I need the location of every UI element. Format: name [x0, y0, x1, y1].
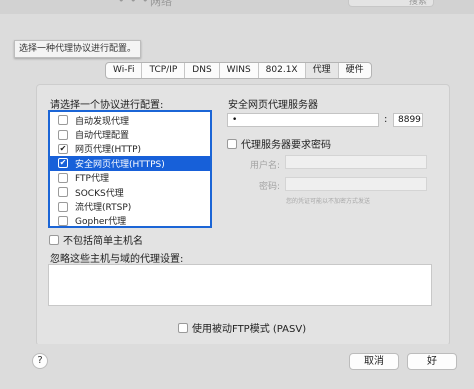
- protocol-item[interactable]: Gopher代理: [50, 214, 210, 228]
- checkbox-box[interactable]: [58, 201, 68, 212]
- checkbox-box[interactable]: [58, 187, 68, 198]
- protocol-item[interactable]: 自动代理配置: [50, 127, 210, 141]
- checkmark-icon[interactable]: ✔: [58, 158, 68, 169]
- server-address-input[interactable]: •: [227, 113, 379, 127]
- protocol-item-label: Gopher代理: [75, 217, 127, 228]
- protocol-item-label: FTP代理: [75, 174, 109, 185]
- search-placeholder: 搜索: [408, 0, 427, 7]
- bypass-label: 忽略这些主机与域的代理设置:: [50, 254, 184, 265]
- tab-dns[interactable]: DNS: [185, 63, 220, 78]
- window-titlebar: • • • • 网络 搜索: [0, 0, 474, 14]
- checkbox-box[interactable]: [58, 129, 68, 140]
- exclude-simple-hostnames-label: 不包括简单主机名: [63, 236, 143, 247]
- window-title: 网络: [150, 0, 172, 8]
- protocol-item[interactable]: FTP代理: [50, 171, 210, 185]
- server-port-input[interactable]: 8899: [393, 113, 423, 127]
- protocol-item-label: 安全网页代理(HTTPS): [75, 159, 165, 170]
- search-field[interactable]: 搜索: [348, 0, 434, 7]
- protocol-item-label: SOCKS代理: [75, 188, 124, 199]
- tab-bar: Wi-Fi TCP/IP DNS WINS 802.1X 代理 硬件: [105, 62, 372, 79]
- checkbox-box[interactable]: [58, 115, 68, 126]
- checkbox-box[interactable]: [58, 215, 68, 226]
- exclude-simple-hostnames-checkbox[interactable]: 不包括简单主机名: [49, 232, 143, 247]
- checkbox-box: [49, 234, 59, 245]
- ok-button[interactable]: 好: [407, 353, 457, 370]
- protocol-list: 自动发现代理 自动代理配置 ✔ 网页代理(HTTP) ✔ 安全网页代理(HTTPS) FTP…: [48, 110, 212, 228]
- protocol-item-label: 自动代理配置: [75, 131, 130, 142]
- cancel-button[interactable]: 取消: [349, 353, 399, 370]
- password-input[interactable]: [285, 177, 427, 191]
- tooltip: 选择一种代理协议进行配置。: [14, 40, 142, 58]
- requires-password-label: 代理服务器要求密码: [241, 140, 331, 151]
- credentials-hint: 您的凭证可能以不加密方式发送: [286, 198, 371, 205]
- username-label: 用户名:: [249, 161, 280, 171]
- protocol-list-label: 请选择一个协议进行配置:: [50, 100, 164, 111]
- tab-tcpip[interactable]: TCP/IP: [142, 63, 186, 78]
- bypass-textarea[interactable]: [48, 264, 432, 306]
- tab-wins[interactable]: WINS: [220, 63, 259, 78]
- checkbox-box[interactable]: [58, 172, 68, 183]
- tab-proxy[interactable]: 代理: [305, 63, 339, 78]
- checkmark-icon[interactable]: ✔: [58, 143, 68, 154]
- protocol-item-label: 流代理(RTSP): [75, 203, 132, 214]
- protocol-item[interactable]: ✔ 安全网页代理(HTTPS): [50, 156, 210, 171]
- passive-ftp-checkbox[interactable]: 使用被动FTP模式 (PASV): [178, 320, 306, 335]
- passive-ftp-label: 使用被动FTP模式 (PASV): [192, 324, 307, 335]
- checkbox-box: [227, 138, 237, 149]
- tab-wifi[interactable]: Wi-Fi: [106, 63, 143, 78]
- password-label: 密码:: [258, 182, 280, 192]
- port-separator: :: [384, 114, 388, 125]
- protocol-item[interactable]: SOCKS代理: [50, 185, 210, 199]
- requires-password-checkbox[interactable]: 代理服务器要求密码: [227, 136, 331, 151]
- protocol-item-label: 自动发现代理: [75, 116, 130, 127]
- help-button[interactable]: ?: [32, 353, 48, 369]
- bottom-bar: [0, 344, 474, 389]
- protocol-item[interactable]: 流代理(RTSP): [50, 199, 210, 213]
- username-input[interactable]: [285, 155, 427, 169]
- protocol-item-label: 网页代理(HTTP): [75, 145, 142, 156]
- tab-8021x[interactable]: 802.1X: [259, 63, 306, 78]
- server-label: 安全网页代理服务器: [228, 100, 318, 111]
- checkbox-box: [178, 322, 188, 333]
- protocol-item[interactable]: 自动发现代理: [50, 113, 210, 127]
- protocol-item[interactable]: ✔ 网页代理(HTTP): [50, 142, 210, 156]
- tab-hardware[interactable]: 硬件: [339, 63, 371, 78]
